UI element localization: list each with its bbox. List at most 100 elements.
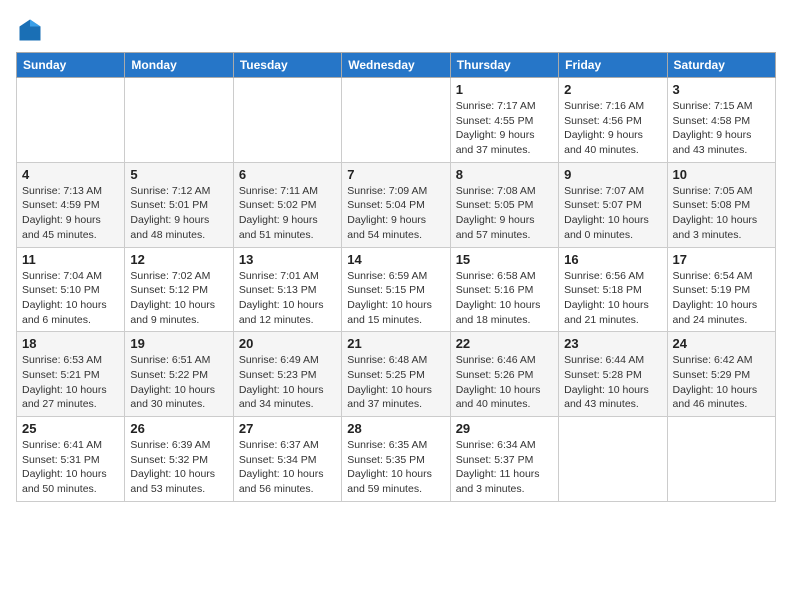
day-info: Sunrise: 7:16 AMSunset: 4:56 PMDaylight:… xyxy=(564,99,661,158)
day-number: 21 xyxy=(347,336,444,351)
day-info: Sunrise: 6:46 AMSunset: 5:26 PMDaylight:… xyxy=(456,353,553,412)
day-info: Sunrise: 7:15 AMSunset: 4:58 PMDaylight:… xyxy=(673,99,770,158)
day-number: 23 xyxy=(564,336,661,351)
calendar-cell: 26 Sunrise: 6:39 AMSunset: 5:32 PMDayligh… xyxy=(125,417,233,502)
calendar-cell: 12 Sunrise: 7:02 AMSunset: 5:12 PMDayligh… xyxy=(125,247,233,332)
calendar-cell: 28 Sunrise: 6:35 AMSunset: 5:35 PMDayligh… xyxy=(342,417,450,502)
day-number: 16 xyxy=(564,252,661,267)
calendar-cell: 16 Sunrise: 6:56 AMSunset: 5:18 PMDayligh… xyxy=(559,247,667,332)
weekday-header: Friday xyxy=(559,53,667,78)
day-number: 1 xyxy=(456,82,553,97)
calendar-week-row: 4 Sunrise: 7:13 AMSunset: 4:59 PMDaylight… xyxy=(17,162,776,247)
day-info: Sunrise: 7:12 AMSunset: 5:01 PMDaylight:… xyxy=(130,184,227,243)
calendar-cell: 21 Sunrise: 6:48 AMSunset: 5:25 PMDayligh… xyxy=(342,332,450,417)
weekday-header: Saturday xyxy=(667,53,775,78)
calendar-cell: 3 Sunrise: 7:15 AMSunset: 4:58 PMDaylight… xyxy=(667,78,775,163)
calendar-cell: 10 Sunrise: 7:05 AMSunset: 5:08 PMDayligh… xyxy=(667,162,775,247)
calendar-cell: 6Sunrise: 7:11 AMSunset: 5:02 PMDaylight… xyxy=(233,162,341,247)
day-number: 9 xyxy=(564,167,661,182)
day-number: 10 xyxy=(673,167,770,182)
calendar-table: SundayMondayTuesdayWednesdayThursdayFrid… xyxy=(16,52,776,502)
calendar-cell: 19 Sunrise: 6:51 AMSunset: 5:22 PMDayligh… xyxy=(125,332,233,417)
calendar-cell: 27Sunrise: 6:37 AMSunset: 5:34 PMDayligh… xyxy=(233,417,341,502)
weekday-header: Tuesday xyxy=(233,53,341,78)
calendar-cell xyxy=(17,78,125,163)
calendar-cell: 11 Sunrise: 7:04 AMSunset: 5:10 PMDayligh… xyxy=(17,247,125,332)
day-number: 20 xyxy=(239,336,336,351)
calendar-cell: 29Sunrise: 6:34 AMSunset: 5:37 PMDayligh… xyxy=(450,417,558,502)
calendar-week-row: 11 Sunrise: 7:04 AMSunset: 5:10 PMDayligh… xyxy=(17,247,776,332)
calendar-cell: 4 Sunrise: 7:13 AMSunset: 4:59 PMDaylight… xyxy=(17,162,125,247)
day-number: 19 xyxy=(130,336,227,351)
day-info: Sunrise: 7:01 AMSunset: 5:13 PMDaylight:… xyxy=(239,269,336,328)
weekday-header: Monday xyxy=(125,53,233,78)
day-number: 18 xyxy=(22,336,119,351)
day-number: 22 xyxy=(456,336,553,351)
day-info: Sunrise: 6:56 AMSunset: 5:18 PMDaylight:… xyxy=(564,269,661,328)
calendar-header-row: SundayMondayTuesdayWednesdayThursdayFrid… xyxy=(17,53,776,78)
day-info: Sunrise: 7:05 AMSunset: 5:08 PMDaylight:… xyxy=(673,184,770,243)
calendar-cell: 2 Sunrise: 7:16 AMSunset: 4:56 PMDaylight… xyxy=(559,78,667,163)
day-number: 26 xyxy=(130,421,227,436)
calendar-cell: 18 Sunrise: 6:53 AMSunset: 5:21 PMDayligh… xyxy=(17,332,125,417)
day-info: Sunrise: 7:17 AMSunset: 4:55 PMDaylight:… xyxy=(456,99,553,158)
day-number: 29 xyxy=(456,421,553,436)
day-info: Sunrise: 6:39 AMSunset: 5:32 PMDaylight:… xyxy=(130,438,227,497)
calendar-week-row: 1 Sunrise: 7:17 AMSunset: 4:55 PMDaylight… xyxy=(17,78,776,163)
calendar-cell: 23Sunrise: 6:44 AMSunset: 5:28 PMDayligh… xyxy=(559,332,667,417)
calendar-cell: 5 Sunrise: 7:12 AMSunset: 5:01 PMDaylight… xyxy=(125,162,233,247)
day-info: Sunrise: 7:02 AMSunset: 5:12 PMDaylight:… xyxy=(130,269,227,328)
day-info: Sunrise: 7:09 AMSunset: 5:04 PMDaylight:… xyxy=(347,184,444,243)
calendar-cell: 1 Sunrise: 7:17 AMSunset: 4:55 PMDaylight… xyxy=(450,78,558,163)
day-number: 15 xyxy=(456,252,553,267)
day-number: 11 xyxy=(22,252,119,267)
calendar-cell: 7 Sunrise: 7:09 AMSunset: 5:04 PMDaylight… xyxy=(342,162,450,247)
weekday-header: Wednesday xyxy=(342,53,450,78)
day-info: Sunrise: 7:04 AMSunset: 5:10 PMDaylight:… xyxy=(22,269,119,328)
logo xyxy=(16,16,48,44)
day-info: Sunrise: 6:48 AMSunset: 5:25 PMDaylight:… xyxy=(347,353,444,412)
calendar-cell xyxy=(342,78,450,163)
weekday-header: Thursday xyxy=(450,53,558,78)
calendar-week-row: 18 Sunrise: 6:53 AMSunset: 5:21 PMDayligh… xyxy=(17,332,776,417)
day-info: Sunrise: 7:13 AMSunset: 4:59 PMDaylight:… xyxy=(22,184,119,243)
logo-icon xyxy=(16,16,44,44)
day-number: 8 xyxy=(456,167,553,182)
calendar-cell xyxy=(667,417,775,502)
calendar-week-row: 25Sunrise: 6:41 AMSunset: 5:31 PMDayligh… xyxy=(17,417,776,502)
weekday-header: Sunday xyxy=(17,53,125,78)
day-number: 7 xyxy=(347,167,444,182)
day-number: 3 xyxy=(673,82,770,97)
day-info: Sunrise: 6:54 AMSunset: 5:19 PMDaylight:… xyxy=(673,269,770,328)
day-info: Sunrise: 7:08 AMSunset: 5:05 PMDaylight:… xyxy=(456,184,553,243)
day-info: Sunrise: 6:59 AMSunset: 5:15 PMDaylight:… xyxy=(347,269,444,328)
day-number: 2 xyxy=(564,82,661,97)
calendar-cell xyxy=(233,78,341,163)
calendar-cell: 8 Sunrise: 7:08 AMSunset: 5:05 PMDaylight… xyxy=(450,162,558,247)
day-info: Sunrise: 6:58 AMSunset: 5:16 PMDaylight:… xyxy=(456,269,553,328)
calendar-cell: 9Sunrise: 7:07 AMSunset: 5:07 PMDaylight… xyxy=(559,162,667,247)
calendar-cell xyxy=(559,417,667,502)
day-number: 24 xyxy=(673,336,770,351)
day-info: Sunrise: 6:35 AMSunset: 5:35 PMDaylight:… xyxy=(347,438,444,497)
calendar-cell: 20 Sunrise: 6:49 AMSunset: 5:23 PMDayligh… xyxy=(233,332,341,417)
calendar-cell: 25Sunrise: 6:41 AMSunset: 5:31 PMDayligh… xyxy=(17,417,125,502)
day-number: 5 xyxy=(130,167,227,182)
calendar-cell: 13 Sunrise: 7:01 AMSunset: 5:13 PMDayligh… xyxy=(233,247,341,332)
day-number: 17 xyxy=(673,252,770,267)
calendar-cell: 24Sunrise: 6:42 AMSunset: 5:29 PMDayligh… xyxy=(667,332,775,417)
day-number: 27 xyxy=(239,421,336,436)
day-number: 13 xyxy=(239,252,336,267)
day-number: 12 xyxy=(130,252,227,267)
day-info: Sunrise: 6:53 AMSunset: 5:21 PMDaylight:… xyxy=(22,353,119,412)
page-header xyxy=(16,16,776,44)
calendar-cell xyxy=(125,78,233,163)
day-number: 25 xyxy=(22,421,119,436)
calendar-cell: 17 Sunrise: 6:54 AMSunset: 5:19 PMDayligh… xyxy=(667,247,775,332)
day-number: 4 xyxy=(22,167,119,182)
day-info: Sunrise: 6:51 AMSunset: 5:22 PMDaylight:… xyxy=(130,353,227,412)
calendar-cell: 15 Sunrise: 6:58 AMSunset: 5:16 PMDayligh… xyxy=(450,247,558,332)
day-number: 14 xyxy=(347,252,444,267)
day-info: Sunrise: 6:49 AMSunset: 5:23 PMDaylight:… xyxy=(239,353,336,412)
day-number: 28 xyxy=(347,421,444,436)
